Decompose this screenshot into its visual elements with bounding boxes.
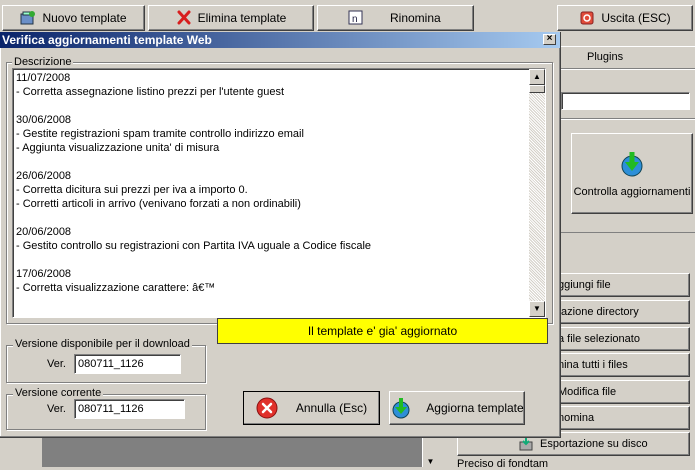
current-version-group-label: Versione corrente — [13, 387, 104, 399]
memo-line: - Gestito controllo su registrazioni con… — [16, 240, 372, 252]
memo-line: - Corretta dicitura sui prezzi per iva a… — [16, 184, 248, 196]
memo-line: 30/06/2008 — [16, 114, 72, 126]
background-bottom-text: Preciso di fondtam — [457, 458, 695, 470]
delete-template-label: Elimina template — [197, 11, 287, 25]
scroll-thumb[interactable] — [529, 85, 545, 93]
bottom-text: Preciso di fondtam — [457, 458, 549, 470]
download-globe-icon — [390, 397, 412, 419]
close-icon: × — [546, 33, 553, 44]
new-template-button[interactable]: Nuovo template — [2, 5, 145, 31]
check-updates-label: Controlla aggiornamenti — [573, 185, 691, 198]
description-group-label: Descrizione — [12, 56, 74, 68]
dialog-title: Verifica aggiornamenti template Web — [2, 33, 212, 47]
memo-line: 26/06/2008 — [16, 170, 72, 182]
delete-selected-file-label: a file selezionato — [558, 333, 640, 345]
current-version-field[interactable]: 080711_1126 — [74, 399, 185, 419]
exit-label: Uscita (ESC) — [601, 11, 671, 25]
description-text: 11/07/2008 - Corretta assegnazione listi… — [16, 71, 526, 295]
main-toolbar: Nuovo template Elimina template n Rinomi… — [0, 0, 695, 36]
update-check-dialog: Verifica aggiornamenti template Web × De… — [0, 32, 561, 438]
background-dark-area — [42, 437, 422, 467]
plugin-search-field[interactable] — [561, 92, 690, 110]
memo-line: 11/07/2008 — [16, 72, 71, 84]
memo-line: 17/06/2008 — [16, 268, 72, 280]
cancel-button[interactable]: Annulla (Esc) — [243, 391, 380, 425]
available-ver-prefix: Ver. — [47, 358, 66, 370]
export-icon — [518, 436, 534, 452]
update-template-button[interactable]: Aggiorna template — [389, 391, 525, 425]
file-list-scroll-strip — [561, 232, 695, 270]
available-version-field[interactable]: 080711_1126 — [74, 354, 181, 374]
available-version-group-label: Versione disponibile per il download — [13, 338, 192, 350]
download-globe-icon — [618, 150, 646, 178]
dialog-titlebar[interactable]: Verifica aggiornamenti template Web × — [0, 32, 560, 48]
export-to-disk-label: Esportazione su disco — [540, 438, 648, 450]
rename-button[interactable]: n Rinomina — [317, 5, 474, 31]
current-ver-prefix: Ver. — [47, 403, 66, 415]
cancel-label: Annulla (Esc) — [295, 401, 368, 415]
exit-button[interactable]: Uscita (ESC) — [557, 5, 693, 31]
memo-scrollbar[interactable]: ▲ ▼ — [529, 69, 545, 317]
exit-icon — [579, 10, 595, 26]
edit-file-label: Modifica file — [558, 386, 617, 398]
memo-line — [16, 99, 526, 113]
panel-separator — [561, 118, 695, 120]
status-message: Il template e' gia' aggiornato — [307, 324, 458, 338]
plugins-tab[interactable]: Plugins — [561, 46, 695, 66]
scroll-down-arrow-icon[interactable]: ▼ — [529, 301, 545, 317]
update-template-label: Aggiorna template — [426, 401, 524, 415]
memo-line: - Corretta visualizzazione carattere: â€… — [16, 282, 216, 294]
new-template-icon — [20, 10, 36, 26]
rename-icon: n — [348, 10, 364, 26]
memo-line — [16, 253, 526, 267]
delete-x-icon — [176, 10, 192, 26]
description-memo[interactable]: 11/07/2008 - Corretta assegnazione listi… — [12, 68, 546, 318]
rename-label: Rinomina — [390, 11, 441, 25]
import-directory-label: tazione directory — [558, 306, 639, 318]
delete-template-button[interactable]: Elimina template — [148, 5, 314, 31]
add-file-label: ggiungi file — [558, 279, 611, 291]
memo-line — [16, 211, 526, 225]
memo-line: - Corretti articoli in arrivo (venivano … — [16, 198, 301, 210]
cancel-icon — [256, 397, 278, 419]
memo-line: - Aggiunta visualizzazione unita' di mis… — [16, 142, 220, 154]
status-message-box: Il template e' gia' aggiornato — [217, 318, 548, 344]
plugins-tab-label: Plugins — [587, 51, 624, 63]
background-scrollbar: ▼ — [422, 437, 438, 467]
new-template-label: Nuovo template — [42, 11, 127, 25]
rename-file-label: nomina — [558, 412, 595, 424]
scroll-up-arrow-icon[interactable]: ▲ — [529, 69, 545, 85]
check-updates-button[interactable]: Controlla aggiornamenti — [571, 133, 693, 214]
tab-underline — [561, 68, 695, 70]
rename-all-files-label: nina tutti i files — [558, 359, 628, 371]
memo-line — [16, 155, 526, 169]
memo-line: - Corretta assegnazione listino prezzi p… — [16, 86, 285, 98]
close-button[interactable]: × — [543, 34, 556, 45]
svg-text:n: n — [352, 14, 358, 25]
memo-line: - Gestite registrazioni spam tramite con… — [16, 128, 304, 140]
memo-line: 20/06/2008 — [16, 226, 72, 238]
scroll-down-arrow-icon[interactable]: ▼ — [423, 457, 438, 467]
